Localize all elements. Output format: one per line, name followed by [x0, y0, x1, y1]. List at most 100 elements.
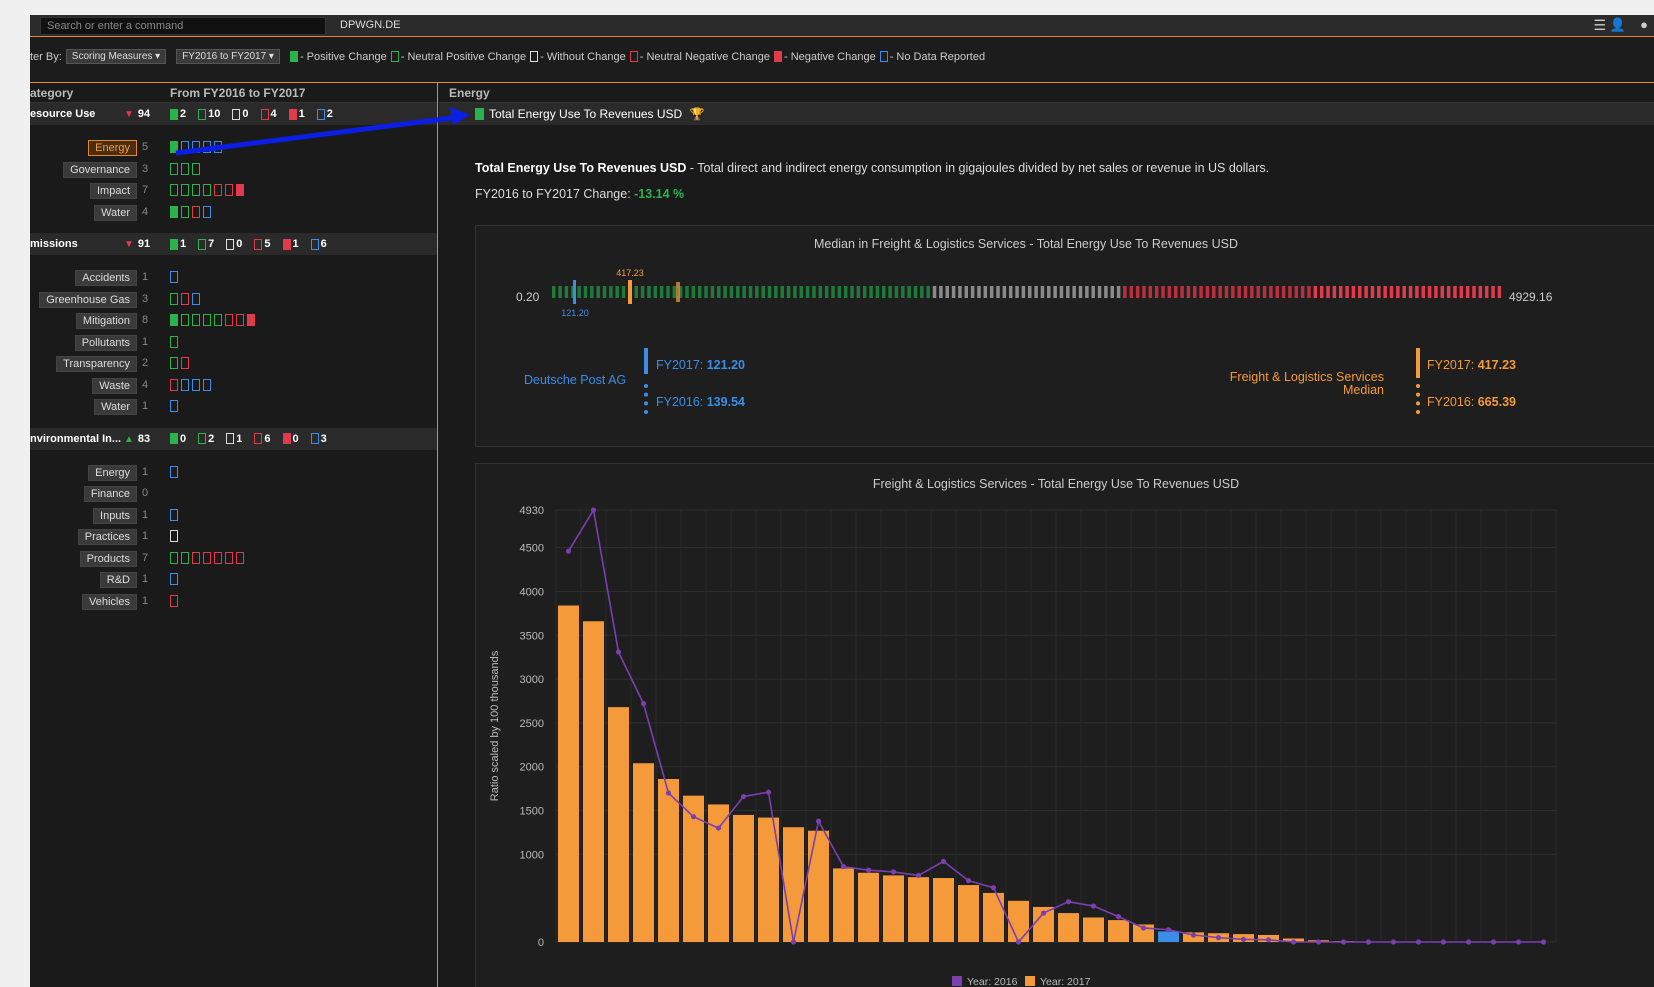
subcategory-button[interactable]: Impact	[89, 183, 137, 199]
indicator-square[interactable]	[170, 594, 178, 607]
subcategory-button[interactable]: Transparency	[56, 356, 137, 372]
change-count: 2	[170, 108, 186, 120]
indicator-square[interactable]	[181, 551, 189, 564]
subcategory-button[interactable]: R&D	[99, 572, 137, 588]
indicator-square[interactable]	[192, 141, 200, 153]
indicator-square[interactable]	[203, 184, 211, 196]
subcategory-button[interactable]: Inputs	[93, 507, 137, 524]
user-icon[interactable]: 👤	[1610, 17, 1626, 33]
indicator-square[interactable]	[214, 314, 222, 326]
indicator-square[interactable]	[225, 184, 233, 196]
indicator-square[interactable]	[170, 378, 178, 391]
indicator-square[interactable]	[170, 205, 178, 218]
indicator-square[interactable]	[181, 162, 189, 175]
scale-segment	[1148, 286, 1153, 298]
scale-segment	[1015, 286, 1019, 298]
subcategory-button[interactable]: Pollutants	[74, 334, 137, 351]
indicator-square[interactable]	[170, 465, 178, 478]
indicator-square[interactable]	[170, 573, 178, 585]
scale-segment	[1224, 286, 1229, 298]
indicator-square[interactable]	[236, 184, 244, 196]
legend-swatch-2017	[1025, 976, 1035, 986]
change-count: 3	[310, 433, 327, 445]
subcategory-row: Mitigation 8	[30, 310, 437, 332]
indicator-square[interactable]	[170, 335, 178, 348]
subcategory-button[interactable]: Practices	[77, 529, 137, 545]
subcategory-button[interactable]: Finance	[83, 486, 137, 502]
indicator-square[interactable]	[181, 205, 189, 218]
indicator-square[interactable]	[192, 551, 200, 564]
indicator-square[interactable]	[203, 551, 211, 564]
indicator-square[interactable]	[181, 292, 189, 305]
category-row[interactable]: esource Use ▼ 94 2 10 0 4 1 2	[30, 103, 437, 125]
subcategory-button[interactable]: Waste	[92, 377, 137, 394]
subcategory-count: 4	[142, 205, 149, 218]
chat-icon[interactable]: ●	[1640, 17, 1648, 32]
subcategory-button[interactable]: Energy	[88, 140, 137, 156]
measure-dropdown[interactable]: Scoring Measures ▾	[65, 49, 167, 64]
indicator-square[interactable]	[181, 184, 189, 196]
indicator-square[interactable]	[170, 162, 178, 175]
indicator-square[interactable]	[236, 551, 244, 564]
count-swatch	[198, 108, 207, 120]
indicator-square[interactable]	[170, 141, 178, 153]
category-score: ▲ 83	[124, 433, 150, 445]
indicator-square[interactable]	[214, 141, 222, 153]
point-2016	[1140, 925, 1147, 931]
indicator-square[interactable]	[170, 292, 178, 305]
indicator-square[interactable]	[170, 400, 178, 412]
indicator-square[interactable]	[192, 162, 200, 175]
indicator-square[interactable]	[214, 551, 222, 564]
indicator-square[interactable]	[170, 314, 178, 326]
hamburger-menu-icon[interactable]: ☰	[1593, 17, 1606, 34]
indicator-square[interactable]	[170, 530, 178, 542]
subcategory-button[interactable]: Vehicles	[82, 593, 137, 610]
y-tick-label: 3500	[520, 630, 544, 642]
subcategory-button[interactable]: Water	[94, 204, 137, 221]
subcategory-button[interactable]: Energy	[88, 464, 137, 481]
period-dropdown[interactable]: FY2016 to FY2017 ▾	[176, 49, 280, 64]
indicator-square[interactable]	[181, 378, 189, 391]
indicator-square[interactable]	[170, 184, 178, 196]
indicator-square[interactable]	[236, 314, 244, 326]
count-value: 1	[298, 108, 305, 120]
indicator-square[interactable]	[170, 551, 178, 564]
category-row[interactable]: missions ▼ 91 1 7 0 5 1 6	[30, 233, 437, 255]
indicator-square[interactable]	[192, 184, 200, 196]
indicator-square[interactable]	[181, 357, 189, 369]
indicator-square[interactable]	[203, 314, 211, 326]
measure-name: Total Energy Use To Revenues USD	[489, 107, 683, 121]
indicator-square[interactable]	[181, 314, 189, 326]
subcategory-block: Accidents 1 Greenhouse Gas 3 Mitigation 8 Poll…	[30, 255, 437, 428]
indicator-square[interactable]	[214, 184, 222, 196]
subcategory-button[interactable]: Mitigation	[75, 313, 137, 329]
industry-fy2016-value: 665.39	[1477, 395, 1516, 409]
indicator-square[interactable]	[170, 357, 178, 369]
subcategory-button[interactable]: Water	[94, 399, 137, 415]
subcategory-button[interactable]: Products	[79, 550, 137, 567]
scale-segment	[755, 286, 759, 298]
selected-measure-row[interactable]: Total Energy Use To Revenues USD 🏆	[439, 103, 1654, 125]
indicator-square[interactable]	[192, 378, 200, 391]
indicator-square[interactable]	[247, 314, 255, 326]
subcategory-block: Energy 5 Governance 3 Impact 7 Water 4	[30, 125, 437, 233]
industry-bar-chart: Freight & Logistics Services - Total Ene…	[489, 477, 1557, 987]
subcategory-button[interactable]: Accidents	[75, 270, 137, 286]
indicator-square[interactable]	[203, 141, 211, 153]
indicator-square[interactable]	[203, 378, 211, 391]
indicator-square[interactable]	[192, 205, 200, 218]
indicator-square[interactable]	[192, 292, 200, 305]
indicator-square[interactable]	[225, 314, 233, 326]
subcategory-button[interactable]: Governance	[63, 161, 137, 178]
indicator-square[interactable]	[192, 314, 200, 326]
company-scale-marker	[573, 280, 576, 304]
indicator-square[interactable]	[170, 508, 178, 521]
indicator-square[interactable]	[170, 271, 178, 283]
scale-segment	[1237, 286, 1241, 298]
category-row[interactable]: nvironmental In... ▲ 83 0 2 1 6 0 3	[30, 427, 437, 450]
subcategory-button[interactable]: Greenhouse Gas	[39, 291, 137, 308]
indicator-square[interactable]	[203, 205, 211, 218]
command-search-input[interactable]: Search or enter a command	[40, 17, 326, 35]
indicator-square[interactable]	[181, 141, 189, 153]
indicator-square[interactable]	[225, 551, 233, 564]
